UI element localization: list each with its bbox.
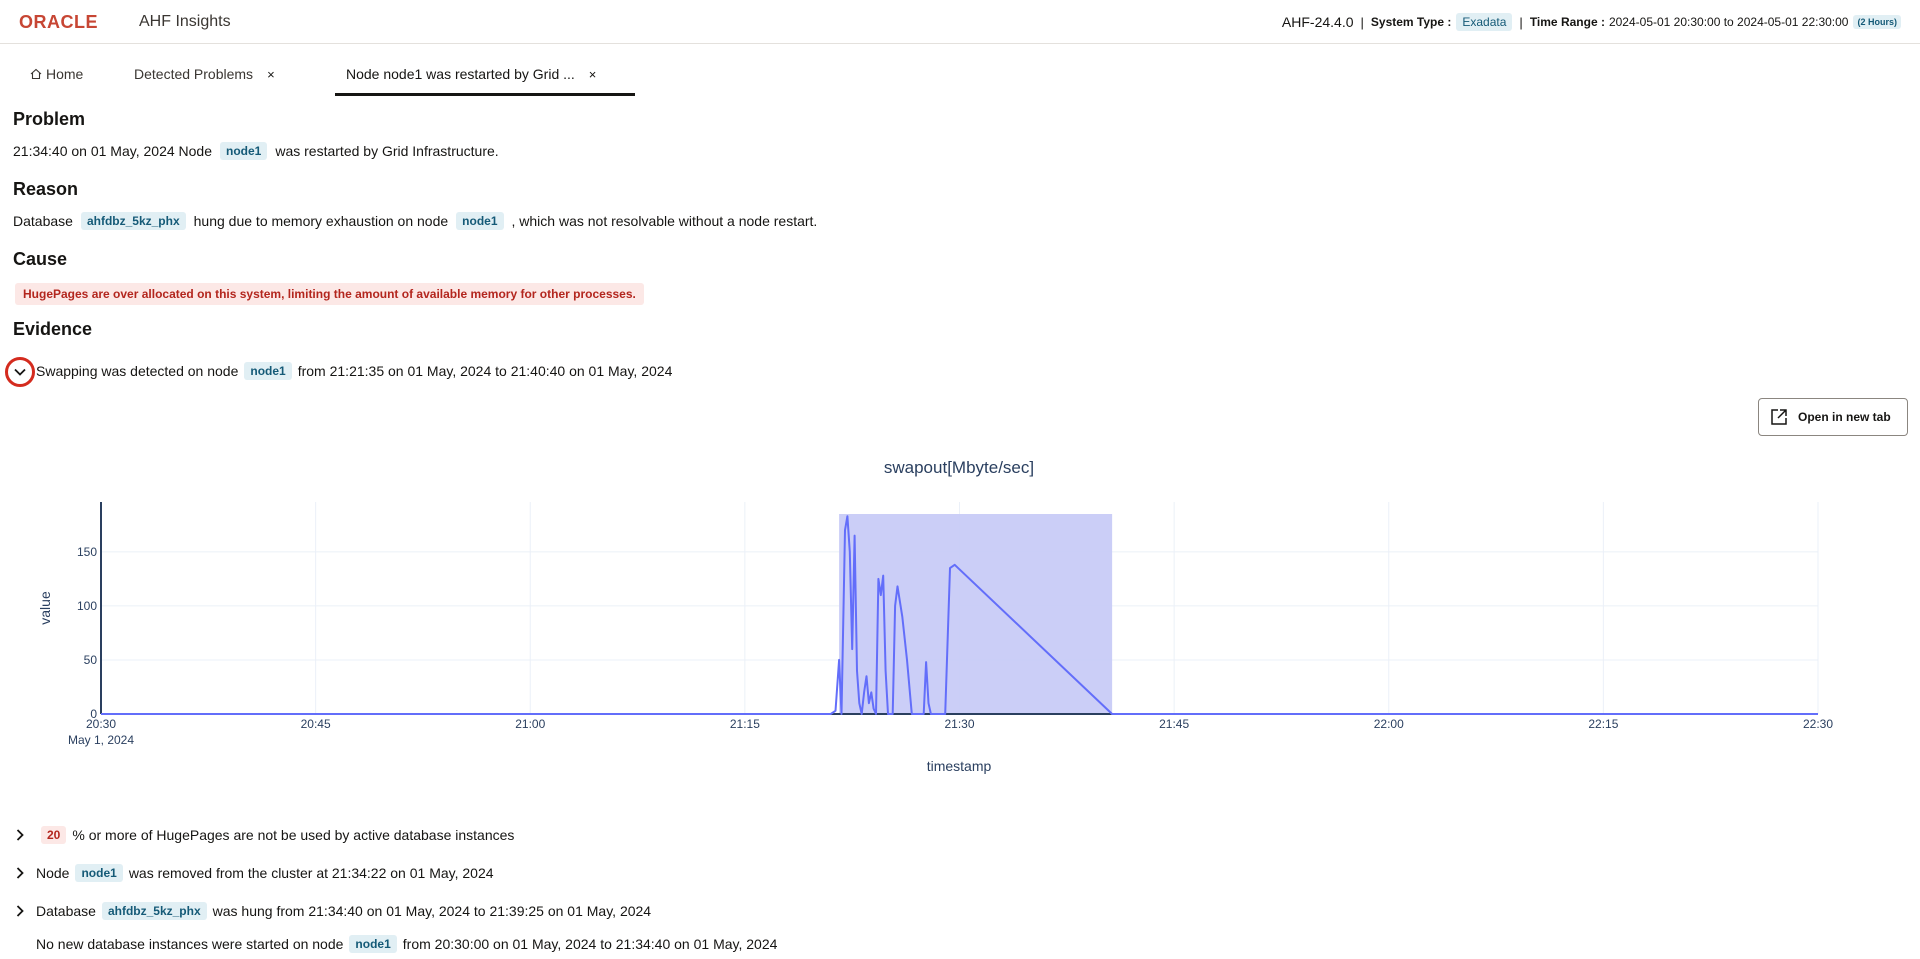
svg-text:ORACLE: ORACLE (19, 12, 98, 30)
expand-toggle[interactable] (9, 862, 31, 884)
separator: | (1519, 14, 1523, 30)
x-tick-label: 21:15 (730, 717, 760, 731)
home-icon (30, 68, 42, 80)
y-tick-label: 150 (77, 545, 97, 559)
evidence-heading: Evidence (13, 319, 93, 339)
header-info: AHF-24.4.0 | System Type : Exadata | Tim… (1282, 13, 1901, 31)
swapout-chart: swapout[Mbyte/sec] 20:30 20:45 21:00 21:15 2… (0, 450, 1920, 785)
evidence-suffix: was removed from the cluster at 21:34:22… (128, 865, 494, 881)
evidence-item-no-instances: No new database instances were started o… (36, 935, 777, 953)
evidence-suffix: % or more of HugePages are not be used b… (72, 827, 515, 843)
problem-text: 21:34:40 on 01 May, 2024 Node node1 was … (13, 142, 499, 160)
system-type-badge: Exadata (1456, 13, 1513, 31)
x-tick-label: 21:00 (515, 717, 545, 731)
external-link-icon (1771, 409, 1787, 425)
evidence-suffix: from 20:30:00 on 01 May, 2024 to 21:34:4… (402, 936, 778, 952)
cause-heading: Cause (13, 249, 68, 269)
open-button-label: Open in new tab (1798, 410, 1891, 424)
chart-title: swapout[Mbyte/sec] (884, 458, 1034, 477)
evidence-suffix: from 21:21:35 on 01 May, 2024 to 21:40:4… (297, 363, 673, 379)
reason-prefix: Database (13, 213, 73, 229)
node-badge: node1 (220, 142, 268, 160)
x-date-label: May 1, 2024 (68, 733, 134, 747)
database-badge: ahfdbz_5kz_phx (101, 902, 207, 920)
open-in-new-tab-button[interactable]: Open in new tab (1758, 398, 1908, 436)
x-tick-label: 21:45 (1159, 717, 1189, 731)
cause-banner: HugePages are over allocated on this sys… (15, 283, 644, 305)
reason-text: Database ahfdbz_5kz_phx hung due to memo… (13, 212, 817, 230)
x-tick-label: 22:30 (1803, 717, 1833, 731)
chart-svg: swapout[Mbyte/sec] 20:30 20:45 21:00 21:15 2… (37, 458, 1833, 774)
node-badge: node1 (244, 362, 292, 380)
y-tick-label: 0 (90, 707, 97, 721)
evidence-prefix: No new database instances were started o… (36, 936, 344, 952)
version-label: AHF-24.4.0 (1281, 14, 1354, 30)
tab-home[interactable]: Home (30, 56, 90, 96)
expand-toggle[interactable] (9, 900, 31, 922)
chevron-right-icon (16, 905, 24, 917)
collapse-toggle[interactable] (5, 357, 35, 387)
evidence-suffix: was hung from 21:34:40 on 01 May, 2024 t… (212, 903, 652, 919)
evidence-prefix: Node (36, 865, 70, 881)
problem-suffix: was restarted by Grid Infrastructure. (275, 143, 499, 159)
duration-badge: (2 Hours) (1853, 15, 1901, 29)
x-tick-label: 22:00 (1374, 717, 1404, 731)
evidence-item-hugepages: 20 % or more of HugePages are not be use… (36, 826, 514, 844)
chevron-right-icon (16, 829, 24, 841)
x-tick-label: 22:15 (1588, 717, 1618, 731)
top-bar: ORACLE AHF Insights AHF-24.4.0 | System … (0, 0, 1920, 44)
evidence-item-db-hung: Database ahfdbz_5kz_phx was hung from 21… (36, 902, 651, 920)
chevron-right-icon (16, 867, 24, 879)
node-badge: node1 (349, 935, 397, 953)
node-badge: node1 (75, 864, 123, 882)
oracle-logo[interactable]: ORACLE (19, 12, 129, 30)
tab-node-restart[interactable]: Node node1 was restarted by Grid ... × (335, 56, 635, 96)
x-axis-label: timestamp (927, 758, 992, 774)
percent-badge: 20 (41, 826, 67, 844)
y-tick-label: 100 (77, 599, 97, 613)
y-axis-label: value (37, 591, 53, 625)
evidence-item-node-removed: Node node1 was removed from the cluster … (36, 864, 494, 882)
tab-detected-problems[interactable]: Detected Problems × (134, 56, 275, 96)
time-range-label: Time Range : (1529, 15, 1605, 29)
chevron-down-icon (14, 368, 26, 376)
problem-prefix: 21:34:40 on 01 May, 2024 Node (13, 143, 213, 159)
highlight-region (839, 514, 1113, 714)
y-tick-label: 50 (84, 653, 98, 667)
tab-label: Node node1 was restarted by Grid ... (346, 66, 575, 82)
separator: | (1360, 14, 1364, 30)
evidence-prefix: Swapping was detected on node (36, 363, 239, 379)
evidence-prefix: Database (36, 903, 96, 919)
reason-middle: hung due to memory exhaustion on node (193, 213, 449, 229)
product-name: AHF Insights (139, 13, 231, 30)
expand-toggle[interactable] (9, 824, 31, 846)
tab-label: Home (46, 66, 84, 82)
close-icon[interactable]: × (267, 57, 275, 93)
close-icon[interactable]: × (589, 57, 597, 93)
x-tick-label: 21:30 (944, 717, 974, 731)
system-type-label: System Type : (1370, 15, 1452, 29)
reason-suffix: , which was not resolvable without a nod… (511, 213, 818, 229)
x-tick-label: 20:45 (301, 717, 331, 731)
reason-heading: Reason (13, 179, 79, 199)
time-range-value: 2024-05-01 20:30:00 to 2024-05-01 22:30:… (1608, 15, 1849, 29)
database-badge: ahfdbz_5kz_phx (80, 212, 186, 230)
node-badge: node1 (456, 212, 504, 230)
problem-heading: Problem (13, 109, 86, 129)
evidence-item-swapping: Swapping was detected on node node1 from… (36, 362, 672, 380)
tab-label: Detected Problems (134, 66, 254, 82)
